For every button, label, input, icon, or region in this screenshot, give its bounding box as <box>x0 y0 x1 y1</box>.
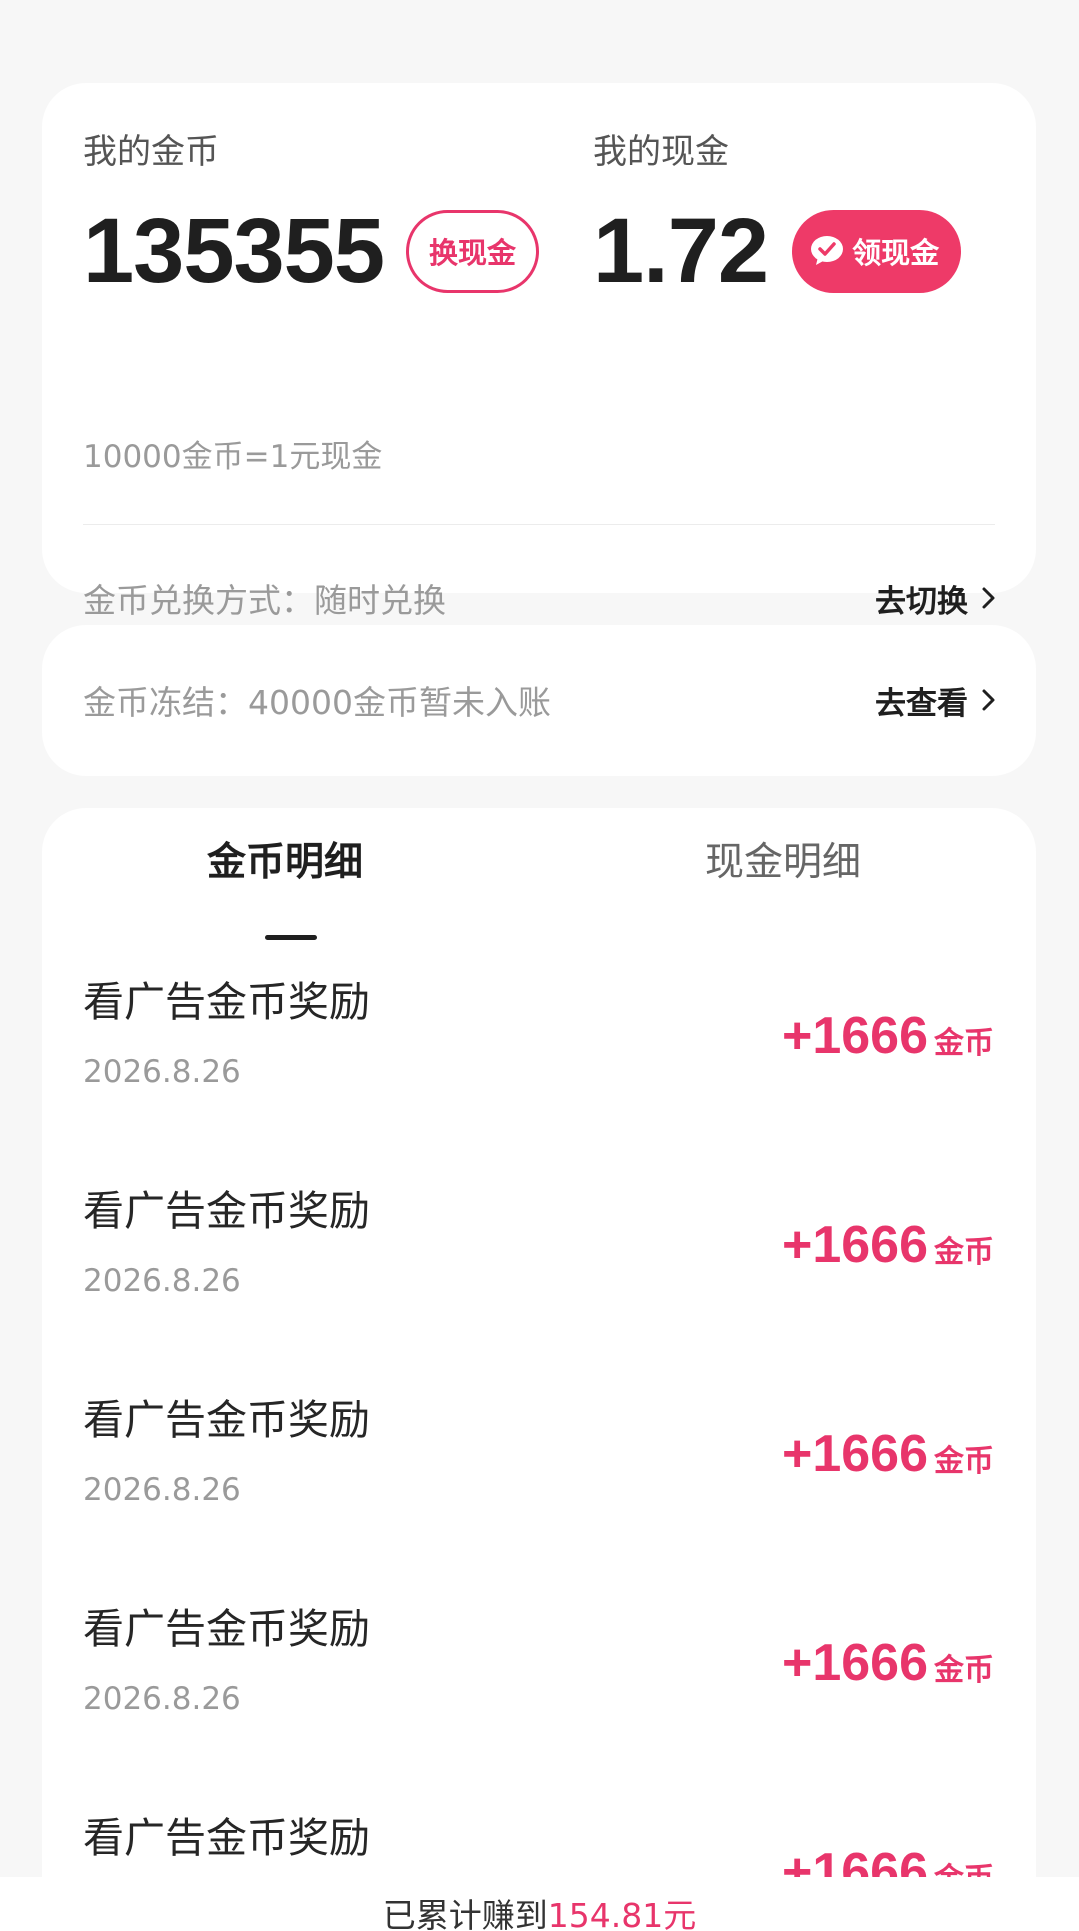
record-date: 2026.8.26 <box>83 1054 241 1090</box>
record-title: 看广告金币奖励 <box>83 1814 370 1862</box>
record-date: 2026.8.26 <box>83 1681 241 1717</box>
record-row: 看广告金币奖励 2026.8.26 +1666 金币 <box>42 1172 1036 1381</box>
active-tab-indicator <box>265 935 317 940</box>
record-amount-value: +1666 <box>781 1216 928 1274</box>
total-earned-text: 已累计赚到154.81元 <box>0 1877 1079 1931</box>
tab-cash-details[interactable]: 现金明细 <box>705 840 861 887</box>
record-title: 看广告金币奖励 <box>83 1605 370 1653</box>
tab-coin-details[interactable]: 金币明细 <box>207 840 363 887</box>
bottom-summary-bar: 已累计赚到154.81元 <box>0 1877 1079 1931</box>
frozen-coins-text: 金币冻结：40000金币暂未入账 <box>83 683 551 722</box>
chevron-right-icon <box>982 689 995 711</box>
record-row: 看广告金币奖励 2026.8.26 +1666 金币 <box>42 963 1036 1172</box>
coins-section: 我的金币 135355 换现金 <box>83 132 540 302</box>
exchange-mode-row: 金币兑换方式：随时兑换 去切换 <box>83 574 998 622</box>
cash-balance: 1.72 <box>593 200 769 302</box>
frozen-row: 金币冻结：40000金币暂未入账 去查看 <box>83 676 998 724</box>
exchange-rate-text: 10000金币=1元现金 <box>83 439 383 475</box>
record-list: 看广告金币奖励 2026.8.26 +1666 金币 看广告金币奖励 2026.… <box>42 963 1036 1931</box>
record-title: 看广告金币奖励 <box>83 1396 370 1444</box>
record-amount: +1666 金币 <box>782 1006 994 1066</box>
record-title: 看广告金币奖励 <box>83 1187 370 1235</box>
record-row: 看广告金币奖励 2026.8.26 +1666 金币 <box>42 1590 1036 1799</box>
switch-mode-link[interactable]: 去切换 <box>875 576 998 621</box>
record-amount: +1666 金币 <box>782 1424 994 1484</box>
exchange-mode-text: 金币兑换方式：随时兑换 <box>83 581 446 620</box>
record-row: 看广告金币奖励 2026.8.26 +1666 金币 <box>42 1381 1036 1590</box>
total-earned-value: 154.81元 <box>547 1896 697 1931</box>
divider <box>83 524 995 525</box>
record-title: 看广告金币奖励 <box>83 978 370 1026</box>
coins-label: 我的金币 <box>83 132 219 172</box>
cash-label: 我的现金 <box>593 132 729 172</box>
record-amount: +1666 金币 <box>782 1633 994 1693</box>
total-earned-prefix: 已累计赚到 <box>382 1896 548 1931</box>
claim-cash-button[interactable]: 领现金 <box>792 209 962 293</box>
view-frozen-label: 去查看 <box>875 685 968 722</box>
frozen-coins-card: 金币冻结：40000金币暂未入账 去查看 <box>42 625 1036 776</box>
view-frozen-link[interactable]: 去查看 <box>875 678 998 723</box>
record-amount-value: +1666 <box>781 1007 928 1065</box>
record-date: 2026.8.26 <box>83 1263 241 1299</box>
wallet-card: 我的金币 135355 换现金 我的现金 1.72 领现金 10000金币=1元… <box>42 83 1036 620</box>
record-amount-unit: 金币 <box>934 1235 994 1270</box>
record-amount-unit: 金币 <box>934 1653 994 1688</box>
cash-section: 我的现金 1.72 领现金 <box>593 132 962 302</box>
detail-card: 金币明细 现金明细 看广告金币奖励 2026.8.26 +1666 金币 看广告… <box>42 808 1036 1931</box>
record-amount: +1666 金币 <box>782 1215 994 1275</box>
switch-mode-label: 去切换 <box>875 583 968 620</box>
record-amount-unit: 金币 <box>934 1026 994 1061</box>
wallet-page: 我的金币 135355 换现金 我的现金 1.72 领现金 10000金币=1元… <box>0 0 1079 1931</box>
wechat-icon <box>810 235 846 267</box>
chevron-right-icon <box>982 587 995 609</box>
coins-balance: 135355 <box>83 200 385 302</box>
record-amount-value: +1666 <box>781 1425 928 1483</box>
claim-cash-label: 领现金 <box>852 236 940 270</box>
record-amount-unit: 金币 <box>934 1444 994 1479</box>
record-date: 2026.8.26 <box>83 1472 241 1508</box>
detail-tabs: 金币明细 现金明细 <box>42 840 1036 940</box>
record-amount-value: +1666 <box>781 1634 928 1692</box>
exchange-cash-button[interactable]: 换现金 <box>406 209 540 293</box>
